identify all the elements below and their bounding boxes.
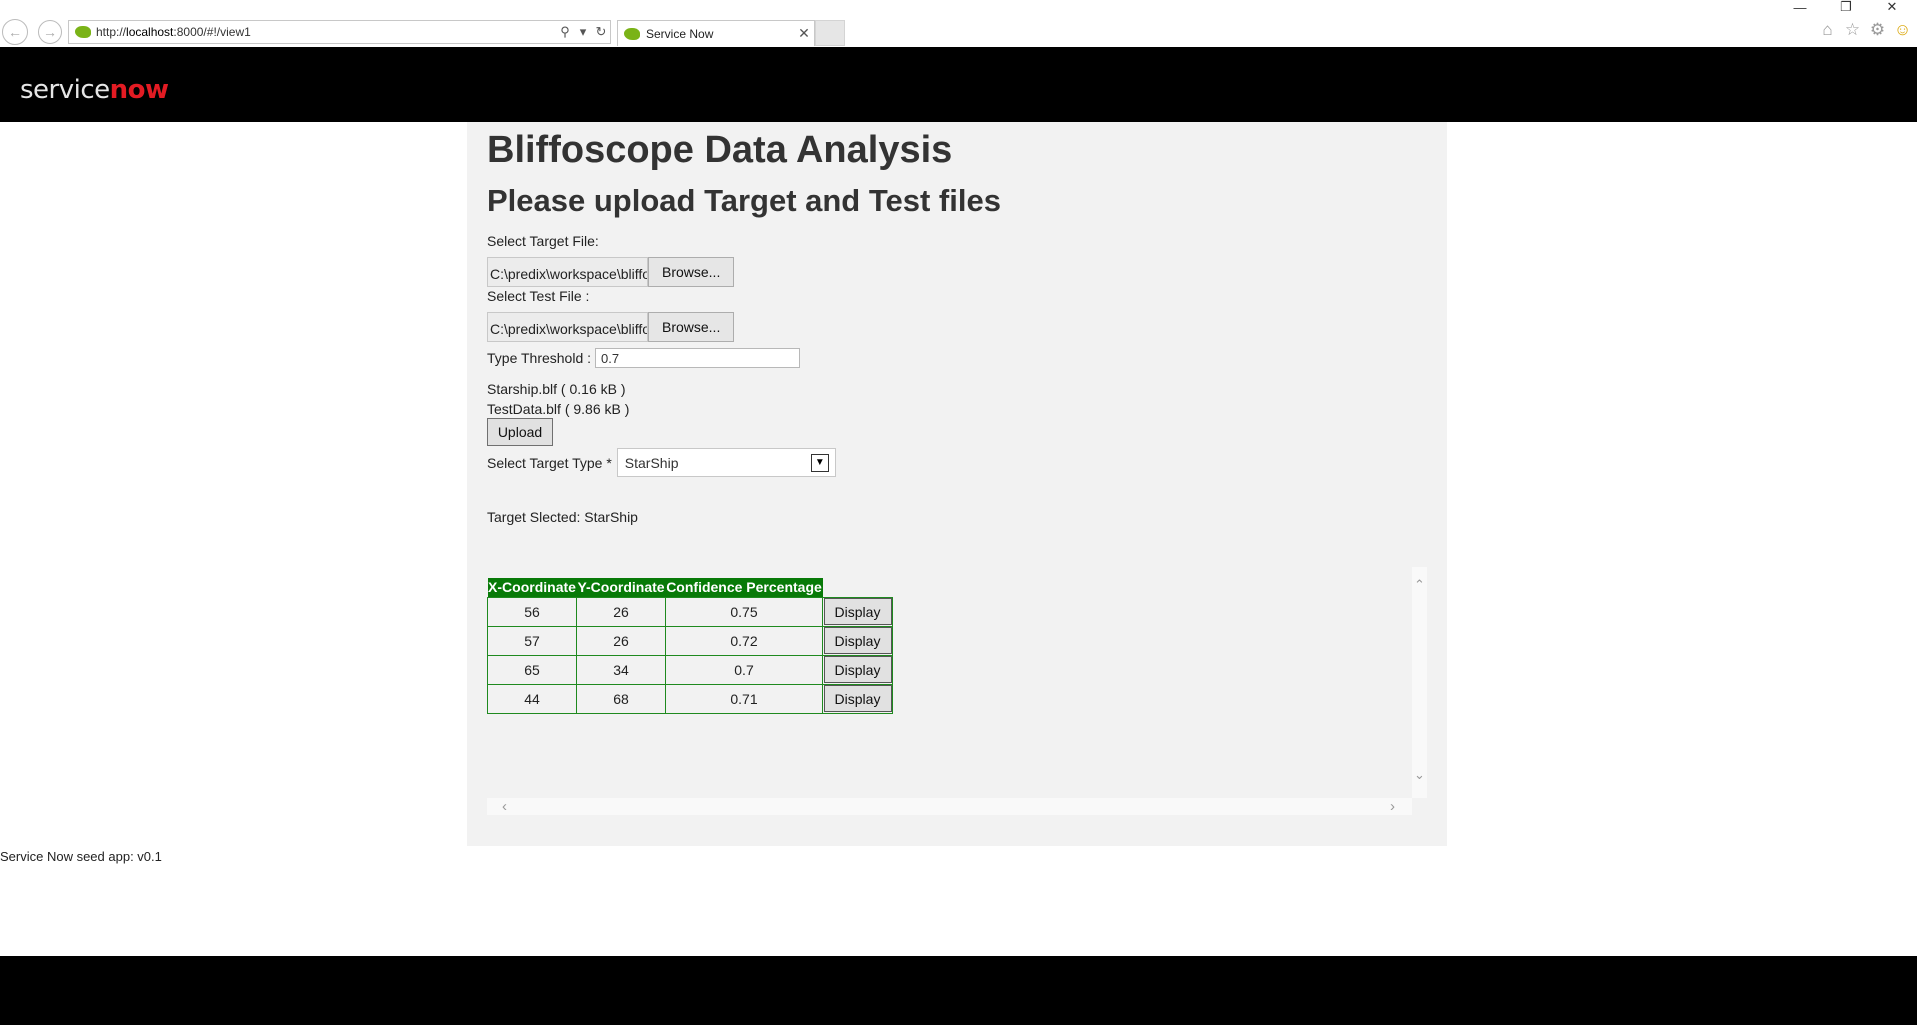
browser-toolbar-icons: ⌂ ☆ ⚙ ☺ <box>1818 20 1912 40</box>
target-selected-text: Target Slected: StarShip <box>487 509 638 525</box>
test-file-path[interactable]: C:\predix\workspace\bliffoscope\TestData… <box>487 312 649 342</box>
uploaded-file-2: TestData.blf ( 9.86 kB ) <box>487 401 630 417</box>
target-type-label: Select Target Type * <box>487 454 612 471</box>
scroll-up-icon[interactable]: ⌃ <box>1412 577 1427 593</box>
table-row: 65 34 0.7 Display <box>487 654 893 685</box>
table-row: 44 68 0.71 Display <box>487 683 893 714</box>
display-button[interactable]: Display <box>823 656 892 683</box>
favorites-star-icon[interactable]: ☆ <box>1843 20 1862 40</box>
threshold-input[interactable] <box>595 348 801 368</box>
test-browse-button[interactable]: Browse... <box>648 312 734 342</box>
home-icon[interactable]: ⌂ <box>1818 20 1837 40</box>
cell-action: Display <box>822 683 893 714</box>
scroll-left-icon[interactable]: ‹ <box>502 798 507 815</box>
main-panel: Bliffoscope Data Analysis Please upload … <box>467 122 1447 846</box>
restore-icon[interactable]: ❐ <box>1823 0 1869 14</box>
gear-icon[interactable]: ⚙ <box>1868 20 1887 40</box>
refresh-icon[interactable]: ↻ <box>592 24 610 40</box>
app-footer <box>0 956 1917 1025</box>
address-url: http://localhost:8000/#!/view1 <box>96 25 251 39</box>
test-file-input: C:\predix\workspace\bliffoscope\TestData… <box>487 312 734 342</box>
cell-confidence: 0.7 <box>665 654 823 685</box>
chevron-down-icon[interactable]: ▼ <box>810 453 829 472</box>
table-row: 56 26 0.75 Display <box>487 596 893 627</box>
target-file-label: Select Target File: <box>487 233 599 249</box>
cell-action: Display <box>822 654 893 685</box>
tab-favicon-icon <box>624 27 640 40</box>
browser-tab[interactable]: Service Now ✕ <box>617 20 815 46</box>
cell-y: 68 <box>576 683 666 714</box>
results-scroll-area: X-Coordinate Y-Coordinate Confidence Per… <box>487 567 1427 815</box>
header-x-coordinate: X-Coordinate <box>487 578 577 597</box>
app-version: Service Now seed app: v0.1 <box>0 849 162 864</box>
browser-chrome: ← → http://localhost:8000/#!/view1 ⚲ ▾ ↻… <box>0 0 1917 47</box>
cell-confidence: 0.72 <box>665 625 823 656</box>
header-y-coordinate: Y-Coordinate <box>576 578 666 597</box>
target-file-path[interactable]: C:\predix\workspace\bliffoscope\Starship… <box>487 257 649 287</box>
page-title: Bliffoscope Data Analysis <box>487 129 953 171</box>
target-type-value: StarShip <box>624 454 679 471</box>
dropdown-icon[interactable]: ▾ <box>574 24 592 40</box>
table-header-row: X-Coordinate Y-Coordinate Confidence Per… <box>487 578 893 597</box>
target-file-input: C:\predix\workspace\bliffoscope\Starship… <box>487 257 734 287</box>
display-button[interactable]: Display <box>823 627 892 654</box>
new-tab-button[interactable] <box>815 20 845 46</box>
cell-x: 44 <box>487 683 577 714</box>
display-button[interactable]: Display <box>823 685 892 712</box>
cell-confidence: 0.75 <box>665 596 823 627</box>
cell-y: 26 <box>576 625 666 656</box>
cell-x: 65 <box>487 654 577 685</box>
search-icon[interactable]: ⚲ <box>556 24 574 40</box>
forward-arrow-icon[interactable]: → <box>38 20 62 44</box>
threshold-row: Type Threshold : <box>487 348 801 368</box>
header-confidence: Confidence Percentage <box>665 578 823 597</box>
display-button[interactable]: Display <box>823 598 892 625</box>
horizontal-scrollbar[interactable]: ‹ › <box>487 798 1412 815</box>
scroll-down-icon[interactable]: ⌄ <box>1412 767 1427 783</box>
upload-button[interactable]: Upload <box>487 418 553 446</box>
results-table: X-Coordinate Y-Coordinate Confidence Per… <box>487 578 893 714</box>
threshold-label: Type Threshold : <box>487 350 592 366</box>
servicenow-logo: servicenow <box>20 75 169 105</box>
target-browse-button[interactable]: Browse... <box>648 257 734 287</box>
tab-title: Service Now <box>646 26 714 41</box>
test-file-label: Select Test File : <box>487 288 590 304</box>
close-tab-icon[interactable]: ✕ <box>794 25 814 42</box>
uploaded-file-1: Starship.blf ( 0.16 kB ) <box>487 381 626 397</box>
cell-action: Display <box>822 596 893 627</box>
header-action <box>823 578 893 597</box>
cell-confidence: 0.71 <box>665 683 823 714</box>
cell-x: 56 <box>487 596 577 627</box>
cell-action: Display <box>822 625 893 656</box>
feedback-smiley-icon[interactable]: ☺ <box>1893 20 1912 40</box>
address-bar[interactable]: http://localhost:8000/#!/view1 ⚲ ▾ ↻ <box>68 20 611 44</box>
vertical-scrollbar[interactable]: ⌃ ⌄ <box>1412 567 1427 798</box>
cell-y: 26 <box>576 596 666 627</box>
app-header: servicenow <box>0 47 1917 122</box>
page-subtitle: Please upload Target and Test files <box>487 183 1001 218</box>
table-row: 57 26 0.72 Display <box>487 625 893 656</box>
back-arrow-icon[interactable]: ← <box>2 19 28 45</box>
cell-y: 34 <box>576 654 666 685</box>
scroll-right-icon[interactable]: › <box>1390 798 1395 815</box>
target-type-select[interactable]: StarShip ▼ <box>616 448 836 477</box>
target-type-row: Select Target Type * StarShip ▼ <box>487 448 836 477</box>
minimize-icon[interactable]: — <box>1777 0 1823 15</box>
close-window-icon[interactable]: ✕ <box>1869 0 1915 14</box>
cell-x: 57 <box>487 625 577 656</box>
site-favicon-icon <box>75 26 91 38</box>
